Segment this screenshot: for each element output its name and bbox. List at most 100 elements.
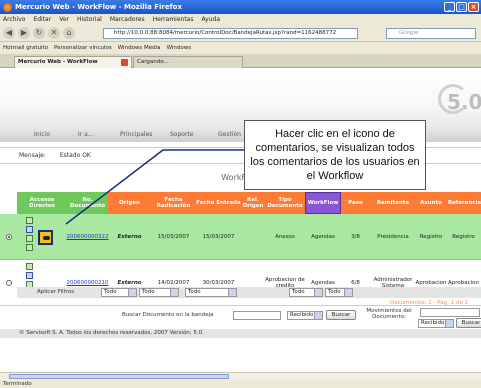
search-button[interactable]: Buscar: [326, 310, 356, 320]
movements-input[interactable]: [420, 308, 480, 317]
document-number[interactable]: 200600000322: [67, 234, 109, 240]
home-icon[interactable]: ⌂: [63, 27, 75, 39]
tab-label: Mercurio Web - WorkFlow: [18, 59, 98, 65]
cell-paso: 3/8: [351, 234, 360, 240]
callout-text: Hacer clic en el icono de comentarios, s…: [250, 128, 420, 182]
movements-search-button[interactable]: Buscar: [456, 318, 481, 328]
table-row[interactable]: 200600000322 Externo 15/03/2007 15/03/20…: [0, 214, 481, 260]
cell-fecha-entrada: 30/03/2007: [202, 280, 235, 286]
minimize-button[interactable]: _: [444, 2, 455, 12]
row-select-radio[interactable]: [6, 280, 12, 286]
cell-fecha-radicacion: 15/03/2007: [157, 234, 190, 240]
filter-label: Aplicar Filtros: [37, 289, 75, 295]
cell-paso: 6/8: [351, 280, 360, 286]
col-fecha-radicacion[interactable]: Fecha Radicación: [151, 192, 196, 214]
menu-marcadores[interactable]: Marcadores: [110, 16, 145, 23]
window-controls: _ □ ×: [444, 2, 479, 12]
cell-tipo-documento: Aprobacion de credito: [265, 277, 305, 289]
received-select[interactable]: Recibido: [287, 311, 323, 320]
col-documento[interactable]: No. Documento: [67, 192, 108, 214]
document-number[interactable]: 200600000210: [67, 280, 109, 286]
filter-workflow-select[interactable]: Todo: [289, 288, 323, 297]
movements-select[interactable]: Recibido: [418, 319, 454, 328]
copyright-footer: © Servisoft S. A. Todos los derechos res…: [0, 329, 481, 338]
nav-inicio[interactable]: Inicio: [34, 131, 50, 138]
menu-archivo[interactable]: Archivo: [3, 16, 25, 23]
col-accesos[interactable]: Accesos Directos: [17, 192, 67, 214]
row-select-radio[interactable]: [6, 234, 12, 240]
attachment-icon[interactable]: [26, 244, 33, 251]
history-icon[interactable]: [26, 235, 33, 242]
scrollbar-thumb[interactable]: [9, 374, 229, 379]
cell-workflow: Agendas: [311, 280, 335, 286]
col-workflow[interactable]: WorkFlow: [305, 192, 341, 214]
cell-origen: Externo: [117, 234, 142, 240]
document-link[interactable]: 200600000210: [67, 260, 109, 306]
menu-ayuda[interactable]: Ayuda: [201, 16, 220, 23]
filter-fecha-radicacion-select[interactable]: Todo: [139, 288, 179, 297]
maximize-button[interactable]: □: [456, 2, 467, 12]
nav-gestion[interactable]: Gestión: [218, 131, 241, 138]
col-referencia[interactable]: Referencia: [446, 192, 481, 214]
window-titlebar: Mercurio Web - WorkFlow - Mozilla Firefo…: [0, 0, 481, 14]
callout-box: Hacer clic en el icono de comentarios, s…: [244, 120, 426, 190]
filter-origen-select[interactable]: Todo: [101, 288, 137, 297]
menu-historial[interactable]: Historial: [77, 16, 102, 23]
cell-workflow: Agendas: [311, 234, 335, 240]
menu-ver[interactable]: Ver: [59, 16, 69, 23]
bookmark-personalizar[interactable]: Personalizar vínculos: [54, 45, 112, 51]
stop-icon[interactable]: ✕: [48, 27, 60, 39]
nav-ir-a[interactable]: Ir a...: [78, 131, 94, 138]
nav-soporte[interactable]: Soporte: [170, 131, 193, 138]
app-logo: 5.0: [447, 90, 481, 114]
checklist-icon[interactable]: [26, 226, 33, 233]
nav-principales[interactable]: Principales: [120, 131, 152, 138]
col-fecha-entrada[interactable]: Fecha Entrada: [196, 192, 241, 214]
cell-referencia: Registro: [452, 234, 475, 240]
menu-herramientas[interactable]: Herramientas: [153, 16, 194, 23]
bookmark-hotmail[interactable]: Hotmail gratuito: [3, 45, 48, 51]
document-link[interactable]: 200600000322: [67, 214, 109, 260]
route-icon[interactable]: [26, 217, 33, 224]
window-title: Mercurio Web - WorkFlow - Mozilla Firefo…: [15, 3, 182, 11]
bookmark-windows[interactable]: Windows: [167, 45, 192, 51]
menu-bar: Archivo Editar Ver Historial Marcadores …: [0, 14, 481, 25]
col-remitente[interactable]: Remitente: [370, 192, 416, 214]
menu-editar[interactable]: Editar: [33, 16, 51, 23]
navigation-toolbar: ◀ ▶ ↻ ✕ ⌂ http://10.0.0.88:8084/mercurio…: [0, 25, 481, 42]
bookmarks-bar: Hotmail gratuito Personalizar vínculos W…: [0, 42, 481, 54]
tab-close-icon[interactable]: [121, 59, 128, 66]
status-bar: Terminado: [0, 380, 481, 388]
search-doc-input[interactable]: [233, 311, 281, 320]
table-header: Accesos Directos No. Documento Origen Fe…: [17, 192, 481, 214]
close-button[interactable]: ×: [468, 2, 479, 12]
cell-tipo-documento: Anexos: [275, 234, 295, 240]
url-bar[interactable]: http://10.0.0.88:8084/mercurio/ControlDo…: [103, 28, 358, 39]
reload-icon[interactable]: ↻: [33, 27, 45, 39]
forward-icon[interactable]: ▶: [18, 27, 30, 39]
search-input[interactable]: Google: [386, 28, 476, 39]
col-asunto[interactable]: Asunto: [416, 192, 446, 214]
cell-remitente: Presidencia: [377, 234, 409, 240]
col-tipo-documento[interactable]: Tipo Documento: [265, 192, 305, 214]
tab-mercurio[interactable]: Mercurio Web - WorkFlow: [14, 56, 132, 68]
horizontal-scrollbar[interactable]: [0, 372, 481, 380]
col-origen[interactable]: Origen: [108, 192, 151, 214]
route-icon[interactable]: [26, 263, 33, 270]
search-doc-label: Buscar Documento en la bandeja: [122, 312, 214, 318]
filter-paso-select[interactable]: Todo: [325, 288, 353, 297]
checklist-icon[interactable]: [26, 272, 33, 279]
back-icon[interactable]: ◀: [3, 27, 15, 39]
comments-icon[interactable]: [38, 230, 53, 245]
pager-info: Documentos: 2 - Pag. 1 de 1: [390, 300, 469, 306]
cell-asunto: Registro: [419, 234, 443, 240]
page-content: 5.0 Inicio Ir a... Principales Soporte G…: [0, 68, 481, 372]
filter-fecha-entrada-select[interactable]: Todo: [185, 288, 237, 297]
cell-fecha-entrada: 15/03/2007: [202, 234, 235, 240]
col-paso[interactable]: Paso: [341, 192, 370, 214]
bookmark-windows-media[interactable]: Windows Media: [118, 45, 161, 51]
movements-label: Movimientos del Documento:: [366, 308, 412, 320]
col-rel-origen[interactable]: Rel. Origen: [241, 192, 265, 214]
message-value: Estado OK: [59, 151, 91, 159]
tab-loading[interactable]: Cargando...: [133, 56, 243, 68]
